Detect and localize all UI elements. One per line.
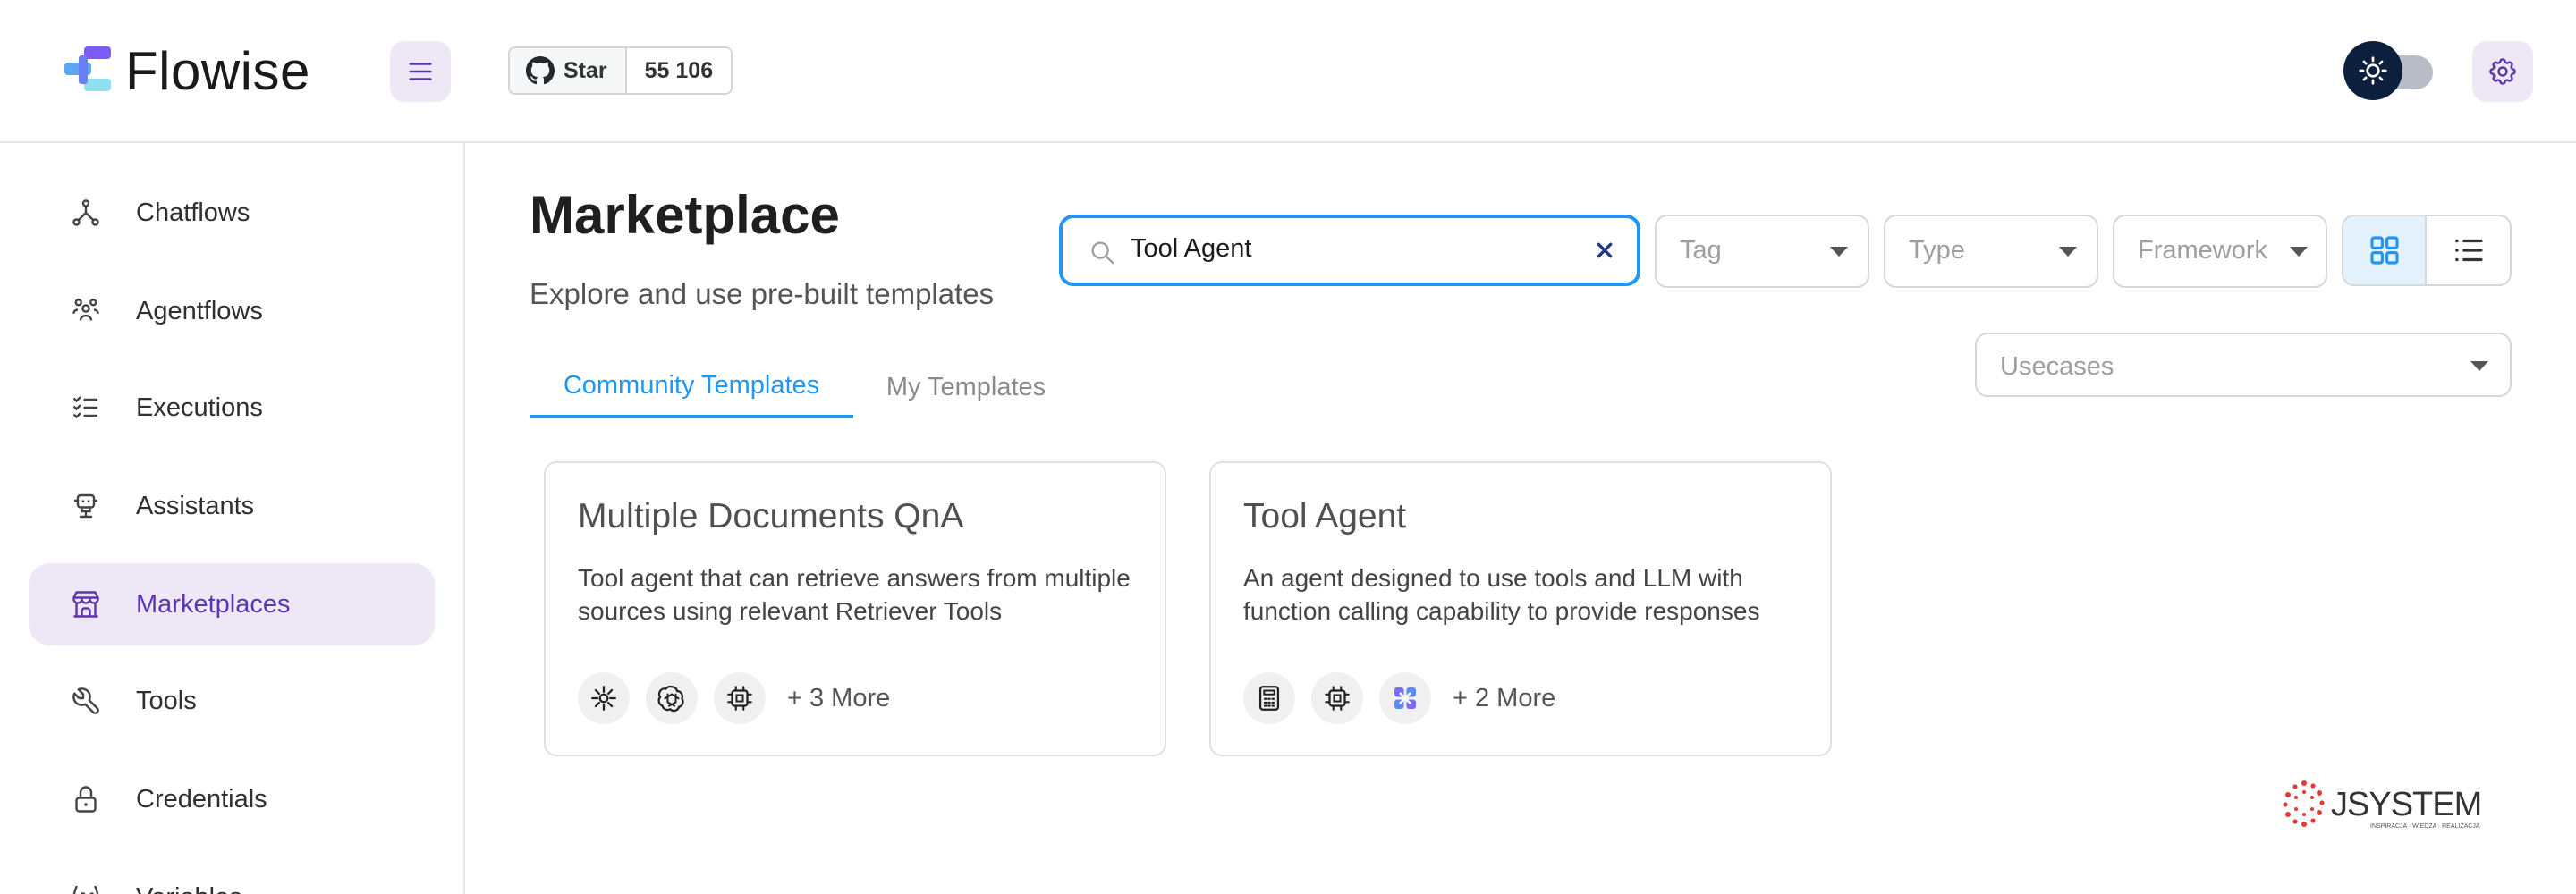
sidebar-item-executions[interactable]: Executions: [29, 367, 435, 449]
page-title: Marketplace: [530, 185, 840, 245]
github-star-label: Star: [564, 57, 607, 83]
sidebar-item-label: Chatflows: [136, 198, 250, 227]
framework-filter-placeholder: Framework: [2138, 236, 2268, 265]
menu-toggle-button[interactable]: [390, 41, 451, 102]
tab-community-templates[interactable]: Community Templates: [530, 356, 853, 418]
template-card-description: An agent designed to use tools and LLM w…: [1243, 564, 1760, 625]
page-subtitle: Explore and use pre-built templates: [530, 277, 995, 310]
tag-filter-select[interactable]: Tag: [1655, 215, 1869, 288]
sidebar-item-label: Executions: [136, 392, 263, 422]
retriever-icon: [578, 672, 630, 724]
tool-node-icon: [1379, 672, 1431, 724]
view-mode-toggle: [2342, 215, 2512, 286]
hierarchy-icon: [72, 199, 99, 226]
gear-icon: [2489, 58, 2516, 85]
clear-search-icon[interactable]: [1590, 236, 1619, 265]
list-icon: [2454, 239, 2483, 262]
hamburger-icon: [409, 63, 432, 80]
more-nodes-count: + 2 More: [1453, 683, 1556, 713]
lock-icon: [75, 786, 97, 813]
toggle-knob: [2343, 41, 2402, 100]
chevron-down-icon: [1830, 247, 1848, 257]
sidebar-item-assistants[interactable]: Assistants: [29, 465, 435, 547]
flowise-logo[interactable]: Flowise: [63, 39, 310, 102]
sidebar-item-variables[interactable]: Variables: [29, 856, 435, 894]
list-view-button[interactable]: [2427, 216, 2510, 284]
sun-icon: [2359, 56, 2387, 85]
flowise-logo-icon: [64, 46, 111, 91]
github-star-button[interactable]: Star: [510, 48, 627, 93]
tab-my-templates[interactable]: My Templates: [853, 356, 1079, 418]
usecases-filter-placeholder: Usecases: [2000, 352, 2114, 381]
app-name: Flowise: [125, 40, 310, 101]
more-nodes-count: + 3 More: [787, 683, 891, 713]
type-filter-select[interactable]: Type: [1884, 215, 2098, 288]
template-card-title: Tool Agent: [1243, 497, 1407, 536]
template-card-title: Multiple Documents QnA: [578, 497, 964, 536]
github-icon: [526, 56, 555, 85]
robot-icon: [73, 493, 98, 519]
chip-icon: [714, 672, 766, 724]
sidebar-item-marketplaces[interactable]: Marketplaces: [29, 563, 435, 645]
type-filter-placeholder: Type: [1909, 236, 1965, 265]
template-card[interactable]: Tool Agent An agent designed to use tool…: [1209, 461, 1832, 756]
sidebar-item-label: Credentials: [136, 784, 267, 814]
sidebar-item-label: Assistants: [136, 491, 255, 520]
chevron-down-icon: [2290, 247, 2308, 257]
sidebar-item-chatflows[interactable]: Chatflows: [29, 172, 435, 254]
tag-filter-placeholder: Tag: [1680, 236, 1722, 265]
chevron-down-icon: [2470, 361, 2488, 371]
grid-icon: [2369, 236, 2399, 265]
template-card[interactable]: Multiple Documents QnA Tool agent that c…: [544, 461, 1166, 756]
grid-view-button[interactable]: [2343, 216, 2428, 284]
list-check-icon: [73, 396, 98, 419]
framework-filter-select[interactable]: Framework: [2113, 215, 2327, 288]
building-store-icon: [72, 591, 99, 618]
search-value[interactable]: Tool Agent: [1131, 234, 1251, 264]
watermark-brand: JSYSTEMS: [2331, 786, 2483, 823]
settings-button[interactable]: [2472, 41, 2533, 102]
template-node-icons: + 3 More: [578, 672, 890, 724]
sidebar-item-label: Variables: [136, 883, 242, 894]
top-header: Flowise Star 55 106: [0, 0, 2576, 143]
template-card-description: Tool agent that can retrieve answers fro…: [578, 564, 1131, 625]
sidebar-item-label: Marketplaces: [136, 589, 291, 619]
openai-icon: [646, 672, 698, 724]
users-group-icon: [72, 299, 99, 321]
github-star-count[interactable]: 55 106: [626, 48, 732, 93]
dark-mode-toggle[interactable]: [2343, 41, 2433, 100]
sidebar-item-tools[interactable]: Tools: [29, 660, 435, 742]
sidebar-item-label: Agentflows: [136, 296, 263, 325]
search-icon: [1091, 241, 1114, 265]
variable-icon: [72, 885, 99, 894]
tool-icon: [72, 687, 99, 714]
calculator-icon: [1243, 672, 1295, 724]
search-input[interactable]: Tool Agent: [1059, 215, 1640, 286]
watermark-tagline: INSPIRACJA · WIEDZA · REALIZACJA: [2370, 823, 2480, 830]
chevron-down-icon: [2059, 247, 2077, 257]
chip-icon: [1311, 672, 1363, 724]
sidebar-item-agentflows[interactable]: Agentflows: [29, 270, 435, 352]
github-star-widget[interactable]: Star 55 106: [508, 46, 733, 95]
sidebar-item-credentials[interactable]: Credentials: [29, 758, 435, 840]
jsystems-watermark-logo: JSYSTEMS INSPIRACJA · WIEDZA · REALIZACJ…: [2283, 780, 2483, 830]
usecases-filter-select[interactable]: Usecases: [1975, 333, 2512, 397]
template-node-icons: + 2 More: [1243, 672, 1555, 724]
sidebar-item-label: Tools: [136, 686, 197, 715]
